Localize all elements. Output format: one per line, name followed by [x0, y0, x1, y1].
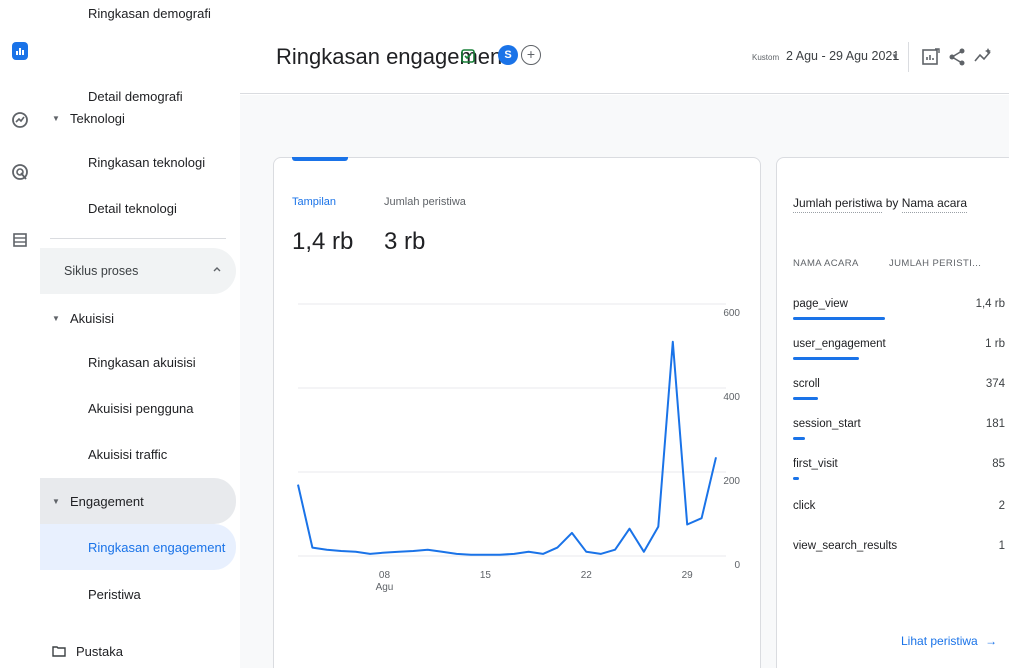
- event-count-bar: [793, 437, 805, 440]
- insights-icon[interactable]: [972, 46, 994, 68]
- x-tick-label: 22: [581, 570, 593, 581]
- series-line: [297, 340, 717, 556]
- table-row[interactable]: view_search_results 1: [793, 540, 1005, 580]
- table-row[interactable]: page_view 1,4 rb: [793, 298, 1005, 338]
- avatar[interactable]: S: [498, 45, 518, 65]
- event-count-bar: [793, 317, 885, 320]
- event-name-cell: scroll: [793, 378, 820, 390]
- event-count-cell: 1: [998, 540, 1005, 552]
- advertising-icon[interactable]: [8, 160, 32, 184]
- y-tick-label: 200: [723, 476, 740, 487]
- events-title-metric: Jumlah peristiwa: [793, 196, 883, 213]
- nav-divider: [50, 238, 226, 239]
- date-range-type-label: Kustom: [752, 53, 780, 62]
- event-name-cell: user_engagement: [793, 338, 886, 350]
- configure-icon[interactable]: [8, 228, 32, 252]
- header-divider: [908, 42, 909, 72]
- chevron-up-icon: [213, 267, 221, 272]
- expand-caret-icon: ▼: [52, 313, 60, 323]
- events-by-name-card: Jumlah peristiwa by Nama acara NAMA ACAR…: [776, 157, 1009, 668]
- chevron-down-icon[interactable]: ▼: [891, 52, 899, 61]
- nav-item-akuisisi-pengguna[interactable]: Akuisisi pengguna: [40, 386, 236, 430]
- event-count-cell: 181: [985, 418, 1005, 430]
- explore-icon[interactable]: [8, 108, 32, 132]
- y-tick-label: 600: [723, 308, 740, 319]
- nav-item-detail-teknologi[interactable]: Detail teknologi: [40, 186, 236, 230]
- nav-item-label: Pustaka: [76, 643, 123, 659]
- share-icon[interactable]: [946, 46, 968, 68]
- event-count-bar: [793, 477, 799, 480]
- x-tick-label: 15: [480, 570, 492, 581]
- nav-item-label: Akuisisi traffic: [88, 446, 168, 462]
- arrow-right-icon: →: [985, 634, 998, 648]
- nav-item-label: Peristiwa: [88, 586, 141, 602]
- events-card-title: Jumlah peristiwa by Nama acara: [793, 196, 968, 213]
- report-navigation: Ringkasan demografi Detail demografi ▼ T…: [40, 0, 240, 668]
- event-name-cell: session_start: [793, 418, 861, 430]
- table-row[interactable]: first_visit 85: [793, 458, 1005, 498]
- nav-item-label: Ringkasan engagement: [88, 539, 226, 555]
- event-count-cell: 1,4 rb: [975, 298, 1005, 310]
- nav-item-label: Ringkasan demografi: [88, 6, 211, 21]
- nav-group-engagement[interactable]: ▼ Engagement: [40, 478, 236, 524]
- event-count-bar: [793, 357, 860, 360]
- events-title-dimension: Nama acara: [901, 196, 968, 213]
- line-chart: 0 200 400 600 08Agu 15 22 29: [297, 303, 740, 593]
- nav-item-label: Akuisisi pengguna: [88, 400, 194, 416]
- customize-report-icon[interactable]: [920, 46, 942, 68]
- folder-icon: [52, 646, 66, 657]
- table-row[interactable]: session_start 181: [793, 418, 1005, 458]
- table-row[interactable]: scroll 374: [793, 378, 1005, 418]
- report-header: Ringkasan engagement S + Kustom 2 Agu - …: [240, 10, 1009, 94]
- expand-caret-icon: ▼: [52, 113, 60, 123]
- column-header-event-count[interactable]: JUMLAH PERISTI...: [889, 258, 981, 269]
- event-name-cell: first_visit: [793, 458, 838, 470]
- event-count-cell: 374: [985, 378, 1005, 390]
- verified-report-icon[interactable]: [460, 48, 476, 64]
- nav-item-label: Detail teknologi: [88, 200, 177, 216]
- date-range-selector[interactable]: 2 Agu - 29 Agu 2021: [786, 49, 899, 63]
- nav-item-ringkasan-demografi[interactable]: Ringkasan demografi: [40, 0, 236, 30]
- x-tick-sublabel: Agu: [376, 582, 394, 593]
- nav-group-label: Teknologi: [70, 110, 125, 126]
- event-name-cell: page_view: [793, 298, 848, 310]
- view-events-link[interactable]: Lihat peristiwa →: [901, 634, 997, 648]
- y-tick-label: 400: [723, 392, 740, 403]
- nav-item-ringkasan-akuisisi[interactable]: Ringkasan akuisisi: [40, 340, 236, 384]
- engagement-chart-card: Tampilan 1,4 rb Jumlah peristiwa 3 rb 02…: [273, 157, 761, 668]
- nav-group-akuisisi[interactable]: ▼ Akuisisi: [40, 296, 236, 340]
- table-row[interactable]: user_engagement 1 rb: [793, 338, 1005, 378]
- nav-group-label: Engagement: [70, 493, 144, 509]
- nav-item-peristiwa[interactable]: Peristiwa: [40, 572, 236, 616]
- nav-group-teknologi[interactable]: ▼ Teknologi: [40, 96, 236, 140]
- nav-item-ringkasan-teknologi[interactable]: Ringkasan teknologi: [40, 140, 236, 184]
- nav-item-pustaka[interactable]: Pustaka: [40, 634, 236, 668]
- nav-item-akuisisi-traffic[interactable]: Akuisisi traffic: [40, 432, 236, 476]
- event-count-bar: [793, 397, 818, 400]
- event-count-cell: 2: [998, 500, 1005, 512]
- icon-rail: [0, 0, 40, 668]
- reports-icon[interactable]: [12, 42, 28, 60]
- nav-group-label: Akuisisi: [70, 310, 115, 326]
- table-row[interactable]: click 2: [793, 500, 1005, 540]
- nav-item-label: Ringkasan akuisisi: [88, 354, 196, 370]
- event-name-cell: click: [793, 500, 816, 512]
- event-count-cell: 85: [992, 458, 1005, 470]
- x-tick-label: 29: [682, 570, 694, 581]
- y-tick-label: 0: [734, 560, 740, 571]
- x-tick-label: 08: [379, 570, 391, 581]
- events-title-by: by: [882, 196, 902, 210]
- event-count-cell: 1 rb: [985, 338, 1005, 350]
- expand-caret-icon: ▼: [52, 496, 60, 506]
- add-comparison-button[interactable]: +: [521, 45, 541, 65]
- event-name-cell: view_search_results: [793, 540, 898, 552]
- column-header-event-name: NAMA ACARA: [793, 258, 859, 269]
- nav-item-label: Ringkasan teknologi: [88, 154, 206, 170]
- view-events-label: Lihat peristiwa: [901, 634, 978, 648]
- nav-item-ringkasan-engagement[interactable]: Ringkasan engagement: [40, 524, 236, 570]
- nav-section-siklus-proses[interactable]: Siklus proses: [40, 248, 236, 294]
- nav-section-label: Siklus proses: [64, 264, 139, 278]
